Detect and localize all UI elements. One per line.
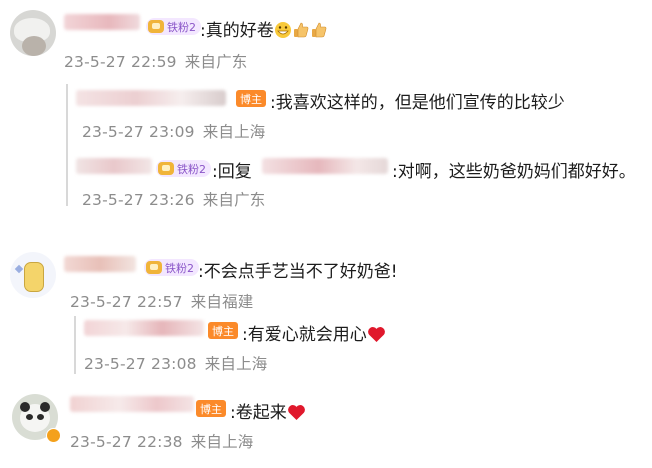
blurred-username[interactable]: [64, 14, 140, 30]
timestamp: 23-5-27 23:26: [82, 191, 195, 209]
verified-badge-icon: [46, 428, 61, 443]
comment-meta: 23-5-27 22:57 来自福建: [70, 290, 254, 312]
crown-icon: [146, 261, 162, 274]
blurred-username[interactable]: [64, 256, 136, 272]
avatar-figure-shape: [24, 262, 44, 292]
timestamp: 23-5-27 22:38: [70, 433, 183, 451]
fan-badge: 铁粉2: [144, 259, 199, 276]
blurred-username[interactable]: [84, 320, 204, 336]
grin-emoji: [274, 21, 292, 44]
fan-badge: 铁粉2: [146, 18, 201, 35]
host-badge: 博主: [236, 90, 266, 107]
timestamp: 23-5-27 23:08: [84, 355, 197, 373]
crown-icon: [148, 20, 164, 33]
reply-meta: 23-5-27 23:09 来自上海: [82, 120, 266, 142]
avatar-panda-ear-shape: [40, 402, 50, 412]
crown-icon: [158, 162, 174, 175]
reply-text-suffix: :对啊，这些奶爸奶妈们都好好。: [392, 162, 636, 182]
location: 来自广东: [202, 191, 266, 209]
reply-meta: 23-5-27 23:26 来自广东: [82, 188, 266, 210]
timestamp: 23-5-27 23:09: [82, 123, 195, 141]
location: 来自上海: [202, 123, 266, 141]
avatar-panda-ear-shape: [20, 402, 30, 412]
avatar-panda-eye-shape: [26, 414, 33, 420]
avatar[interactable]: [10, 252, 56, 298]
comment-text: :不会点手艺当不了好奶爸!: [198, 262, 398, 282]
thumbs-up-emoji: [292, 21, 310, 44]
reply-body: :有爱心就会用心: [242, 325, 367, 345]
blurred-username[interactable]: [76, 158, 152, 174]
avatar-face-shape: [22, 36, 46, 56]
location: 来自上海: [204, 355, 268, 373]
comment-text: :卷起来: [230, 398, 306, 426]
fan-badge-label: 铁粉2: [165, 261, 194, 275]
avatar-panda-eye-shape: [37, 414, 44, 420]
avatar-sparkle-shape: [14, 264, 24, 274]
fan-badge-label: 铁粉2: [167, 20, 196, 34]
reply-text: :我喜欢这样的，但是他们宣传的比较少: [270, 93, 565, 113]
heart-emoji: [367, 326, 386, 348]
fan-badge-label: 铁粉2: [177, 162, 206, 176]
comment-text: :真的好卷: [200, 16, 328, 44]
reply-meta: 23-5-27 23:08 来自上海: [84, 352, 268, 374]
heart-emoji: [287, 404, 306, 426]
thumbs-up-emoji: [310, 21, 328, 44]
comment-body: :真的好卷: [200, 21, 274, 41]
host-badge: 博主: [208, 322, 238, 339]
fan-badge: 铁粉2: [156, 160, 211, 177]
reply-text-prefix: :回复: [212, 162, 252, 182]
location: 来自上海: [190, 433, 254, 451]
reply-text: :有爱心就会用心: [242, 320, 386, 348]
reply-thread-line: [66, 84, 68, 206]
blurred-username[interactable]: [76, 90, 226, 106]
timestamp: 23-5-27 22:59: [64, 53, 177, 71]
avatar[interactable]: [10, 10, 56, 56]
host-badge: 博主: [196, 400, 226, 417]
blurred-mention[interactable]: [262, 158, 388, 174]
comment-meta: 23-5-27 22:59 来自广东: [64, 50, 248, 72]
location: 来自广东: [184, 53, 248, 71]
location: 来自福建: [190, 293, 254, 311]
reply-thread-line: [74, 316, 76, 374]
comment-meta: 23-5-27 22:38 来自上海: [70, 430, 254, 452]
blurred-username[interactable]: [70, 396, 194, 412]
timestamp: 23-5-27 22:57: [70, 293, 183, 311]
comment-body: :卷起来: [230, 403, 287, 423]
